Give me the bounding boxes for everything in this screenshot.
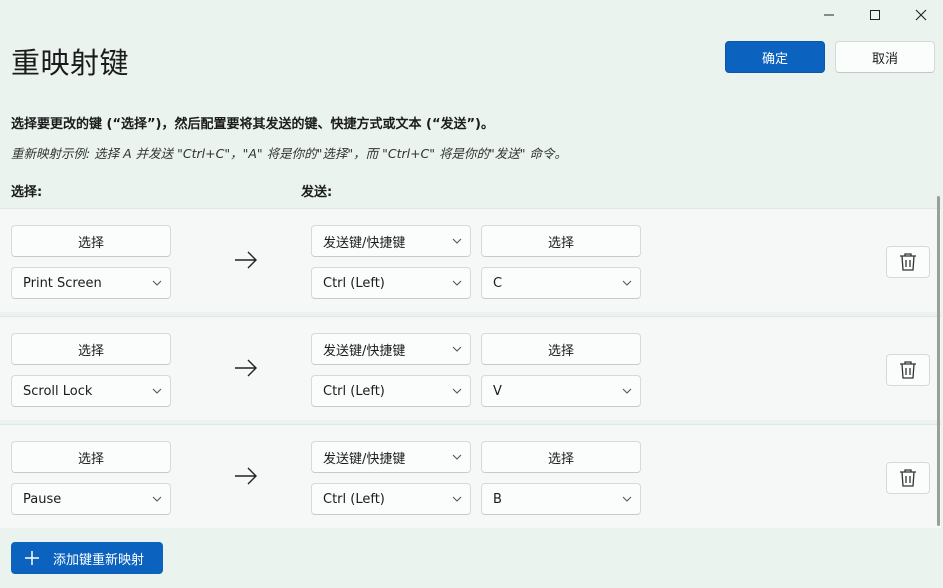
minimize-icon — [824, 14, 834, 16]
add-remap-label: 添加键重新映射 — [53, 552, 145, 568]
chevron-down-icon — [444, 496, 470, 502]
maximize-icon — [870, 10, 880, 20]
source-key-value: Scroll Lock — [23, 383, 93, 399]
select-target-button-label: 选择 — [547, 235, 574, 251]
source-key-dropdown[interactable]: Scroll Lock — [11, 375, 171, 407]
modifier-value: Ctrl (Left) — [323, 383, 385, 399]
modifier-dropdown[interactable]: Ctrl (Left) — [311, 483, 471, 515]
chevron-down-icon — [614, 388, 640, 394]
select-target-button-label: 选择 — [547, 451, 574, 467]
add-remap-button[interactable]: 添加键重新映射 — [11, 542, 163, 574]
chevron-down-icon — [144, 280, 170, 286]
remap-row: 选择 Pause 发送键/快捷键 选择 Ctrl (Left) B — [0, 424, 941, 528]
modifier-value: Ctrl (Left) — [323, 491, 385, 507]
select-key-button[interactable]: 选择 — [11, 225, 171, 257]
vertical-scrollbar[interactable] — [937, 196, 940, 526]
send-type-dropdown[interactable]: 发送键/快捷键 — [311, 333, 471, 365]
chevron-down-icon — [444, 280, 470, 286]
remap-list: 选择 Print Screen 发送键/快捷键 选择 Ctrl (Left) C… — [0, 208, 941, 532]
select-key-button-label: 选择 — [77, 343, 104, 359]
target-key-dropdown[interactable]: V — [481, 375, 641, 407]
target-key-value: C — [493, 275, 503, 291]
arrow-right-icon — [235, 467, 257, 485]
plus-icon — [11, 550, 53, 566]
close-icon — [915, 9, 927, 21]
modifier-value: Ctrl (Left) — [323, 275, 385, 291]
delete-remap-button[interactable] — [886, 462, 930, 494]
arrow-right-icon — [235, 359, 257, 377]
trash-icon — [900, 469, 916, 487]
modifier-dropdown[interactable]: Ctrl (Left) — [311, 375, 471, 407]
source-key-value: Print Screen — [23, 275, 102, 291]
select-key-button-label: 选择 — [77, 235, 104, 251]
select-target-button[interactable]: 选择 — [481, 225, 641, 257]
chevron-down-icon — [444, 388, 470, 394]
cancel-button[interactable]: 取消 — [835, 41, 935, 73]
chevron-down-icon — [144, 388, 170, 394]
chevron-down-icon — [444, 346, 470, 352]
modifier-dropdown[interactable]: Ctrl (Left) — [311, 267, 471, 299]
send-type-dropdown[interactable]: 发送键/快捷键 — [311, 225, 471, 257]
send-type-dropdown[interactable]: 发送键/快捷键 — [311, 441, 471, 473]
send-column-header: 发送: — [301, 185, 333, 200]
target-key-dropdown[interactable]: C — [481, 267, 641, 299]
page-title: 重映射键 — [11, 46, 130, 80]
chevron-down-icon — [614, 280, 640, 286]
arrow-right-icon — [235, 251, 257, 269]
chevron-down-icon — [614, 496, 640, 502]
example-text: 重新映射示例: 选择 A 并发送 "Ctrl+C"，"A" 将是你的"选择"，而… — [11, 146, 567, 161]
select-key-button[interactable]: 选择 — [11, 441, 171, 473]
remap-row: 选择 Print Screen 发送键/快捷键 选择 Ctrl (Left) C — [0, 208, 941, 312]
target-key-value: V — [493, 383, 502, 399]
select-target-button[interactable]: 选择 — [481, 441, 641, 473]
send-type-value: 发送键/快捷键 — [323, 343, 406, 359]
chevron-down-icon — [444, 238, 470, 244]
source-key-dropdown[interactable]: Pause — [11, 483, 171, 515]
source-key-value: Pause — [23, 491, 62, 507]
instruction-text: 选择要更改的键 (“选择”)，然后配置要将其发送的键、快捷方式或文本 (“发送”… — [11, 117, 494, 132]
trash-icon — [900, 253, 916, 271]
maximize-button[interactable] — [852, 0, 898, 30]
delete-remap-button[interactable] — [886, 354, 930, 386]
select-target-button[interactable]: 选择 — [481, 333, 641, 365]
trash-icon — [900, 361, 916, 379]
close-button[interactable] — [898, 0, 943, 30]
minimize-button[interactable] — [806, 0, 852, 30]
remap-row: 选择 Scroll Lock 发送键/快捷键 选择 Ctrl (Left) V — [0, 316, 941, 420]
send-type-value: 发送键/快捷键 — [323, 451, 406, 467]
chevron-down-icon — [444, 454, 470, 460]
target-key-value: B — [493, 491, 502, 507]
source-key-dropdown[interactable]: Print Screen — [11, 267, 171, 299]
ok-button[interactable]: 确定 — [725, 41, 825, 73]
select-target-button-label: 选择 — [547, 343, 574, 359]
chevron-down-icon — [144, 496, 170, 502]
select-key-button[interactable]: 选择 — [11, 333, 171, 365]
select-key-button-label: 选择 — [77, 451, 104, 467]
send-type-value: 发送键/快捷键 — [323, 235, 406, 251]
delete-remap-button[interactable] — [886, 246, 930, 278]
select-column-header: 选择: — [11, 185, 43, 200]
target-key-dropdown[interactable]: B — [481, 483, 641, 515]
